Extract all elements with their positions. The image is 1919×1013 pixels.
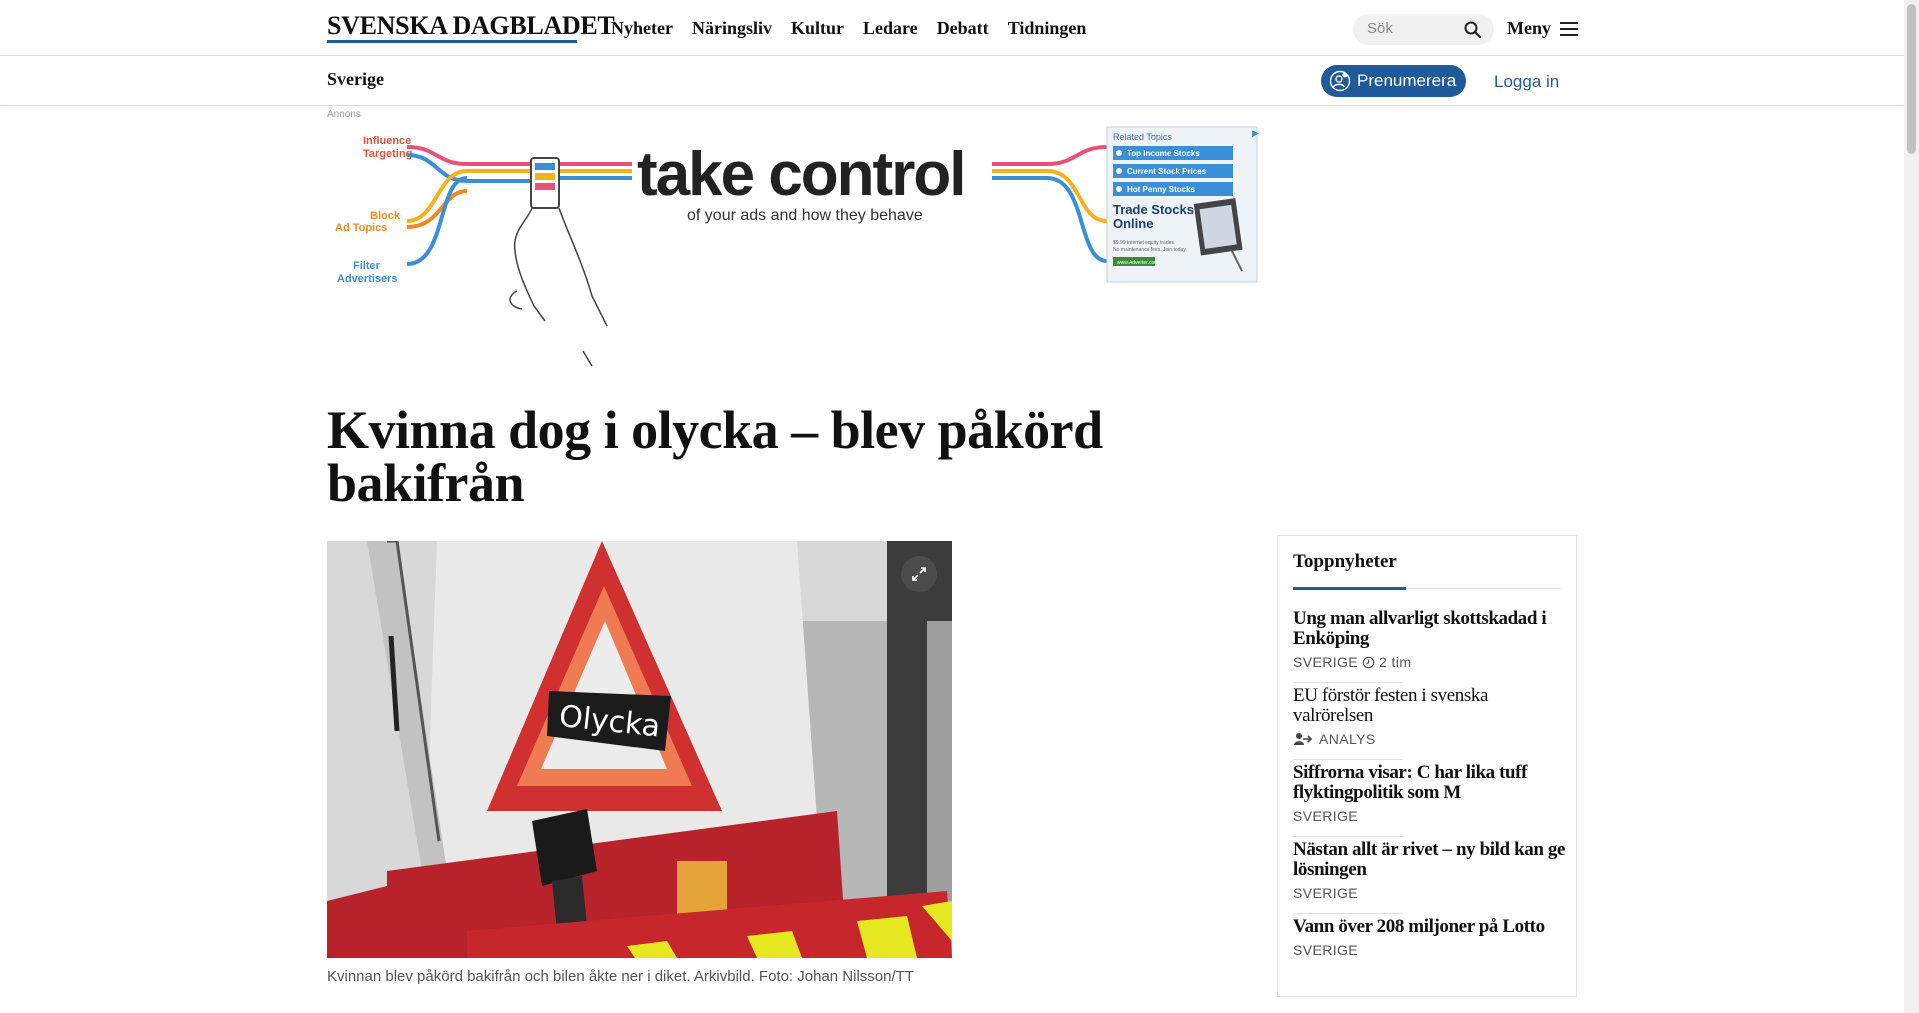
top-news-item-title: Vann över 208 miljoner på Lotto	[1293, 916, 1545, 937]
top-news-title: Toppnyheter	[1293, 551, 1397, 572]
top-news-item-meta: SVERIGE	[1293, 885, 1565, 901]
subscribe-label: Prenumerera	[1357, 71, 1457, 90]
menu-label: Meny	[1507, 18, 1551, 38]
ad-label: Annons	[327, 109, 361, 120]
top-news-item-meta: SVERIGE	[1293, 942, 1565, 958]
page-scrollbar[interactable]	[1904, 0, 1919, 1013]
top-news-item-section: SVERIGE	[1293, 885, 1359, 901]
expand-image-button[interactable]	[901, 556, 937, 592]
nav-item-tidningen[interactable]: Tidningen	[1008, 18, 1087, 39]
clock-icon	[1362, 656, 1375, 668]
top-news-item[interactable]: EU förstör festen i svenska valrörelsen …	[1293, 685, 1565, 748]
ad-related-item-2: Current Stock Prices	[1127, 167, 1207, 176]
top-news-item-meta: SVERIGE 2 tim	[1293, 654, 1565, 670]
top-news-item[interactable]: Siffrorna visar: C har lika tuff flyktin…	[1293, 762, 1565, 825]
top-news-separator	[1293, 913, 1403, 914]
section-bar: Sverige Prenumerera Logga in	[0, 57, 1904, 106]
subscribe-button[interactable]: Prenumerera	[1321, 65, 1466, 97]
top-news-separator	[1293, 836, 1403, 837]
ad-promo-title-2: Online	[1113, 216, 1153, 231]
top-news-item-section: SVERIGE	[1293, 942, 1359, 958]
ad-left-label-5: Filter	[353, 260, 381, 272]
hero-photo: Olycka	[327, 541, 952, 958]
nav-item-ledare[interactable]: Ledare	[863, 18, 918, 39]
top-news-panel: Toppnyheter Ung man allvarligt skottskad…	[1277, 535, 1577, 997]
search-input[interactable]	[1367, 20, 1457, 37]
hamburger-icon	[1560, 21, 1578, 36]
scroll-thumb[interactable]	[1907, 4, 1916, 154]
login-link[interactable]: Logga in	[1494, 72, 1559, 92]
ad-promo-small-2: No maintenance fees. Join today.	[1113, 247, 1187, 253]
analysis-icon	[1294, 733, 1313, 745]
top-news-item[interactable]: Vann över 208 miljoner på Lotto SVERIGE	[1293, 916, 1565, 959]
top-news-item-title: Ung man allvarligt skottskadad i Enköpin…	[1293, 608, 1547, 649]
ad-left-label-4: Ad Topics	[335, 222, 387, 234]
section-title[interactable]: Sverige	[327, 69, 384, 90]
top-news-item[interactable]: Nästan allt är rivet – ny bild kan ge lö…	[1293, 839, 1565, 902]
top-news-item-meta: SVERIGE	[1293, 808, 1565, 824]
site-header: SVENSKA DAGBLADET Nyheter Näringsliv Kul…	[0, 0, 1904, 56]
top-news-item-section: ANALYS	[1319, 731, 1376, 747]
ad-left-label-1: Influence	[363, 135, 411, 147]
top-news-item-section: SVERIGE	[1293, 654, 1359, 670]
ad-left-label-2: Targeting	[363, 148, 412, 160]
ad-headline: take control	[637, 140, 964, 209]
top-news-item-time: 2 tim	[1379, 654, 1412, 670]
ad-related-item-3: Hot Penny Stocks	[1127, 185, 1196, 194]
site-logo[interactable]: SVENSKA DAGBLADET	[327, 12, 615, 40]
svg-text:▶: ▶	[1252, 128, 1259, 138]
top-news-item-title: Nästan allt är rivet – ny bild kan ge lö…	[1293, 839, 1565, 880]
menu-button[interactable]: Meny	[1507, 18, 1578, 39]
ad-graphic: Influence Targeting Block Ad Topics Filt…	[335, 126, 1259, 367]
ad-promo-url: www.Adverter.com	[1117, 260, 1158, 266]
expand-icon	[912, 567, 926, 581]
ad-left-label-6: Advertisers	[337, 273, 398, 285]
ad-promo-small-1: $9.99 Internet equity trades.	[1113, 240, 1175, 246]
nav-item-kultur[interactable]: Kultur	[791, 18, 844, 39]
article-headline: Kvinna dog i olycka – blev påkörd bakifr…	[327, 400, 1103, 513]
ad-related-title: Related Topics	[1113, 132, 1172, 142]
ad-related-item-1: Top Income Stocks	[1127, 149, 1200, 158]
advertisement-banner[interactable]: Influence Targeting Block Ad Topics Filt…	[327, 121, 1302, 367]
nav-item-debatt[interactable]: Debatt	[937, 18, 989, 39]
main-nav: Nyheter Näringsliv Kultur Ledare Debatt …	[611, 18, 1086, 39]
article-hero-image[interactable]: Olycka	[327, 541, 952, 958]
top-news-item-title: EU förstör festen i svenska valrörelsen	[1293, 685, 1488, 726]
top-news-accent	[1293, 587, 1406, 590]
nav-item-naringsliv[interactable]: Näringsliv	[692, 18, 772, 39]
search-box	[1353, 14, 1494, 45]
ad-subline: of your ads and how they behave	[687, 207, 923, 224]
top-news-item[interactable]: Ung man allvarligt skottskadad i Enköpin…	[1293, 608, 1565, 671]
top-news-item-section: SVERIGE	[1293, 808, 1359, 824]
subscribe-icon	[1329, 70, 1351, 92]
ad-promo-title-1: Trade Stocks	[1113, 202, 1194, 217]
top-news-item-meta: ANALYS	[1293, 731, 1565, 747]
top-news-separator	[1293, 759, 1403, 760]
image-caption: Kvinnan blev påkörd bakifrån och bilen å…	[327, 968, 914, 985]
logo-underline	[327, 40, 577, 43]
ad-left-label-3: Block	[370, 210, 401, 222]
top-news-item-title: Siffrorna visar: C har lika tuff flyktin…	[1293, 762, 1528, 803]
nav-item-nyheter[interactable]: Nyheter	[611, 18, 673, 39]
top-news-separator	[1293, 682, 1403, 683]
search-icon[interactable]	[1463, 20, 1483, 40]
